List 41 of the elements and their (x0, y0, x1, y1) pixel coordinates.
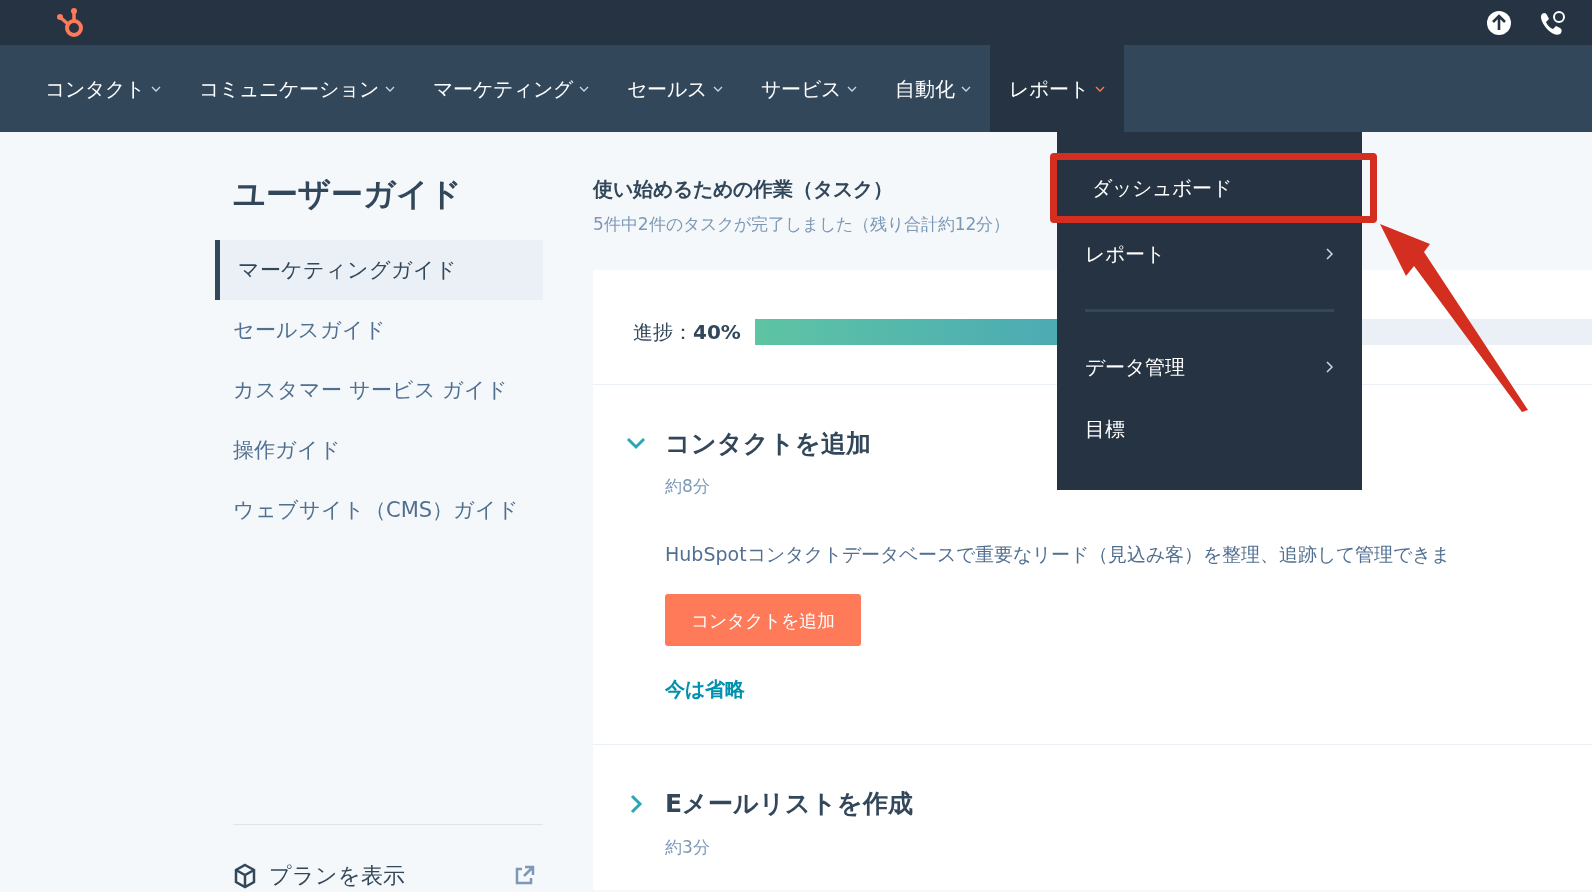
chevron-right-icon (1326, 361, 1334, 373)
menu-item[interactable]: レポート (1057, 223, 1362, 285)
logo-icon (56, 5, 84, 40)
chevron-down-icon (713, 85, 723, 92)
chevron-right-icon (1326, 248, 1334, 260)
nav-tab[interactable]: セールス (608, 45, 742, 132)
nav-tab[interactable]: コミュニケーション (180, 45, 414, 132)
chevron-down-icon (579, 85, 589, 92)
external-link-icon[interactable] (513, 864, 535, 887)
menu-item[interactable]: データ管理 (1057, 336, 1362, 398)
tasks-subtitle: 5件中2件のタスクが完了しました（残り合計約12分） (593, 213, 1011, 236)
chevron-down-icon (961, 85, 971, 92)
tasks-title: 使い始めるための作業（タスク） (593, 176, 893, 203)
chevron-down-icon (1095, 85, 1105, 92)
sidebar-item[interactable]: マーケティングガイド (215, 240, 543, 300)
section-time: 約8分 (665, 475, 711, 498)
nav-tab[interactable]: サービス (742, 45, 876, 132)
nav-tab[interactable]: レポート (990, 45, 1124, 132)
section-time: 約3分 (665, 835, 711, 859)
progress-label: 進捗：40% (633, 318, 741, 346)
section-description: HubSpotコンタクトデータベースで重要なリード（見込み客）を整理、追跡して管理できま (665, 541, 1451, 567)
chevron-down-icon (385, 85, 395, 92)
sidebar-item[interactable]: カスタマー サービス ガイド (215, 360, 543, 420)
sidebar-item[interactable]: ウェブサイト（CMS）ガイド (215, 480, 543, 540)
upload-icon[interactable] (1486, 9, 1512, 36)
section-title: Eメールリストを作成 (665, 788, 914, 820)
nav-tab[interactable]: 自動化 (876, 45, 990, 132)
cube-icon (233, 862, 257, 889)
section-title: コンタクトを追加 (665, 427, 871, 460)
nav-tab[interactable]: コンタクト (26, 45, 180, 132)
menu-item[interactable]: ダッシュボード (1050, 153, 1377, 223)
nav-tab[interactable]: マーケティング (414, 45, 608, 132)
view-plans-link[interactable]: プランを表示 (269, 859, 405, 892)
skip-link[interactable]: 今は省略 (665, 674, 745, 704)
sidebar-item[interactable]: 操作ガイド (215, 420, 543, 480)
chevron-down-icon (151, 85, 161, 92)
phone-icon[interactable] (1538, 9, 1566, 36)
menu-item[interactable]: 目標 (1057, 398, 1362, 460)
sidebar-item[interactable]: セールスガイド (215, 300, 543, 360)
sidebar-title: ユーザーガイド (232, 174, 463, 215)
chevron-down-icon (847, 85, 857, 92)
